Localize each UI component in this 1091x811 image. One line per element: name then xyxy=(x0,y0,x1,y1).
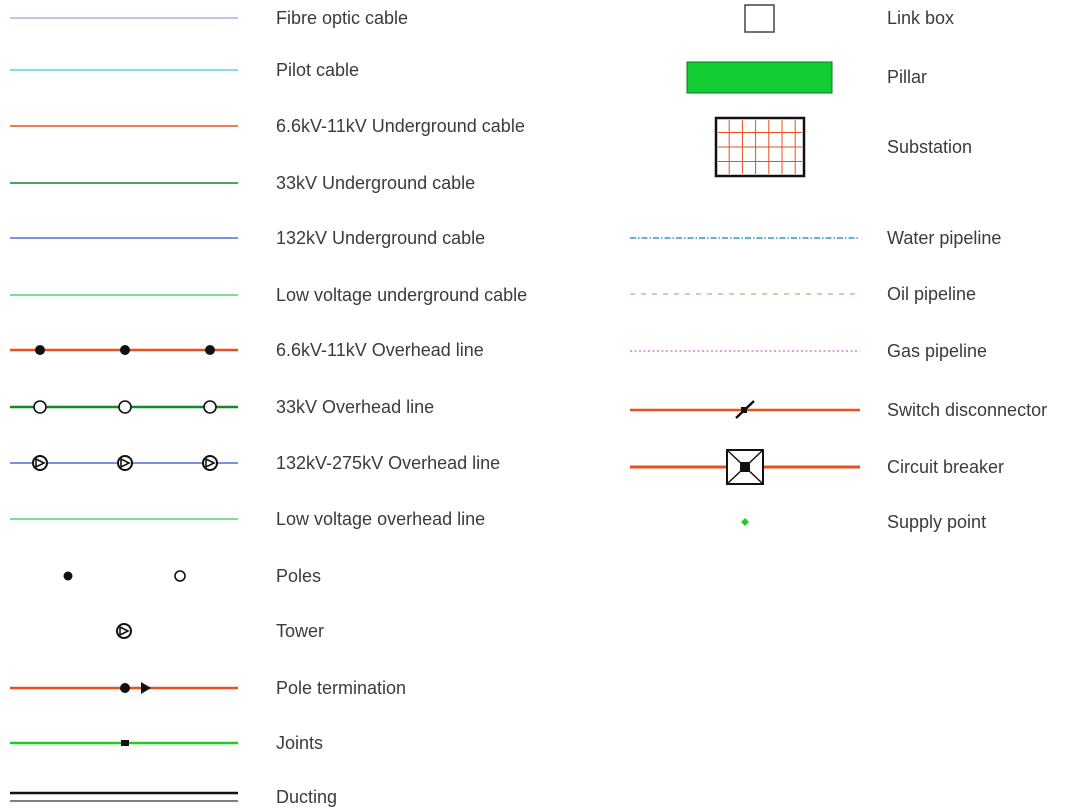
termination-arrow-icon xyxy=(141,682,151,694)
legend-symbol-left-13 xyxy=(10,740,238,746)
legend-symbol-left-10 xyxy=(63,570,186,582)
legend-symbol-right-0 xyxy=(744,4,775,33)
pillar-icon xyxy=(686,61,833,94)
legend-label-right-3: Water pipeline xyxy=(887,228,1002,248)
legend-label-right-4: Oil pipeline xyxy=(887,284,977,304)
pole-ring-icon xyxy=(174,570,186,582)
legend-label-left-7: 33kV Overhead line xyxy=(276,397,435,417)
legend-label-left-2: 6.6kV-11kV Underground cable xyxy=(276,116,525,136)
link-box-icon xyxy=(744,4,775,33)
legend-label-left-4: 132kV Underground cable xyxy=(276,228,486,248)
legend-label-left-3: 33kV Underground cable xyxy=(276,173,476,193)
switch-pivot-icon xyxy=(741,407,747,413)
joint-icon xyxy=(121,740,129,746)
pole-ring-icon xyxy=(203,400,217,414)
pole-ring-icon xyxy=(33,400,47,414)
pole-dot-icon xyxy=(35,345,45,355)
legend-label-left-11: Tower xyxy=(276,621,325,641)
legend-label-left-8: 132kV-275kV Overhead line xyxy=(276,453,501,473)
pole-dot-icon xyxy=(120,345,130,355)
legend-symbol-left-8 xyxy=(10,455,238,471)
legend-label-right-2: Substation xyxy=(887,137,973,157)
pole-dot-icon xyxy=(205,345,215,355)
legend-symbol-left-12 xyxy=(10,682,238,694)
legend-label-left-9: Low voltage overhead line xyxy=(276,509,486,529)
legend-label-left-6: 6.6kV-11kV Overhead line xyxy=(276,340,484,360)
legend-symbol-right-8 xyxy=(741,518,749,526)
legend-symbol-right-2 xyxy=(714,116,806,178)
legend-label-right-0: Link box xyxy=(887,8,955,28)
legend-label-left-5: Low voltage underground cable xyxy=(276,285,528,305)
legend-symbol-left-11 xyxy=(116,623,132,639)
pole-dot-icon xyxy=(63,571,73,581)
legend-label-right-1: Pillar xyxy=(887,67,928,87)
legend-label-right-7: Circuit breaker xyxy=(887,457,1005,477)
legend-label-left-12: Pole termination xyxy=(276,678,407,698)
circuit-breaker-icon xyxy=(740,462,750,472)
legend-label-left-13: Joints xyxy=(276,733,324,753)
legend-symbol-right-7 xyxy=(630,449,860,485)
legend-label-left-10: Poles xyxy=(276,566,322,586)
legend-symbol-left-7 xyxy=(10,400,238,414)
legend-label-right-6: Switch disconnector xyxy=(887,400,1048,420)
legend-label-left-0: Fibre optic cable xyxy=(276,8,409,28)
legend-label-right-5: Gas pipeline xyxy=(887,341,988,361)
legend-symbol-left-14 xyxy=(10,791,238,802)
pole-ring-icon xyxy=(118,400,132,414)
legend-symbol-right-6 xyxy=(630,400,860,419)
legend-label-left-14: Ducting xyxy=(276,787,338,807)
supply-point-icon xyxy=(741,518,749,526)
legend-label-right-8: Supply point xyxy=(887,512,987,532)
pole-dot-icon xyxy=(120,683,130,693)
legend-symbol-right-1 xyxy=(686,61,833,94)
legend-symbol-left-6 xyxy=(10,345,238,355)
legend-label-left-1: Pilot cable xyxy=(276,60,360,80)
